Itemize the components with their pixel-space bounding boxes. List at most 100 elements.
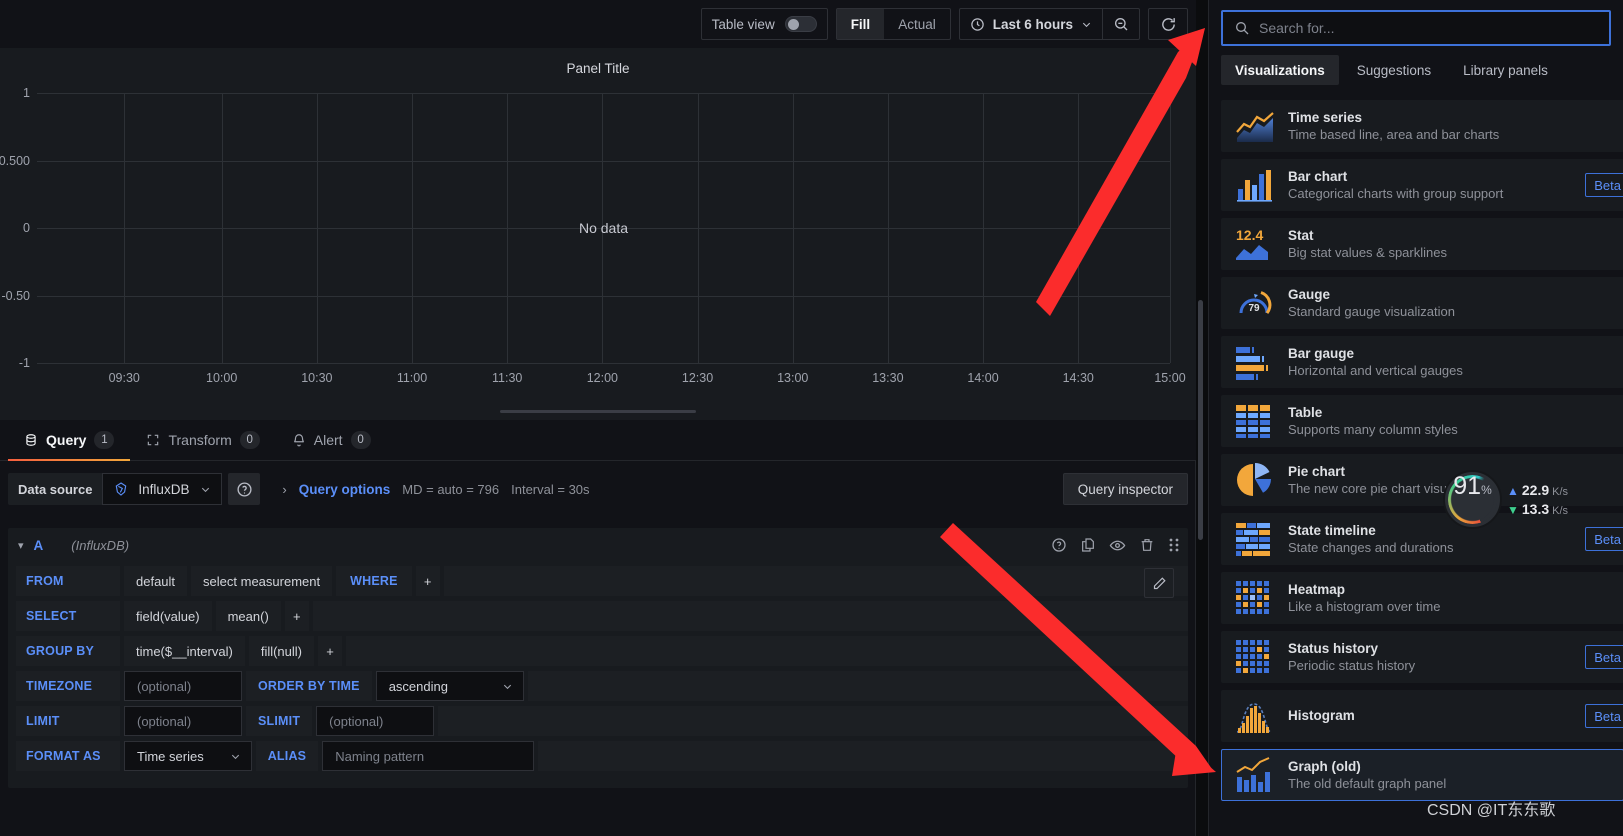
from-measurement[interactable]: select measurement (191, 566, 333, 596)
viz-item-histogram[interactable]: Histogram Beta (1221, 690, 1623, 742)
from-policy[interactable]: default (124, 566, 188, 596)
table-icon (1235, 403, 1275, 439)
trash-icon[interactable] (1139, 537, 1155, 553)
viz-item-name: Stat (1288, 228, 1314, 243)
collapse-chevron-icon[interactable]: ▾ (18, 539, 24, 552)
tab-query[interactable]: Query 1 (8, 420, 131, 461)
viz-item-status-history[interactable]: Status history Periodic status history B… (1221, 631, 1623, 683)
time-range-picker[interactable]: Last 6 hours (958, 8, 1140, 40)
network-speed-widget[interactable]: 91 % ▲ 22.9 K/s ▼ 13.3 K/s (1443, 470, 1568, 529)
download-speed: ▼ 13.3 K/s (1507, 501, 1568, 517)
max-data-points-info: MD = auto = 796 (402, 481, 500, 497)
tab-visualizations[interactable]: Visualizations (1221, 55, 1339, 85)
formatas-select[interactable]: Time series (124, 741, 252, 771)
refresh-icon (1160, 16, 1177, 33)
query-ref-id[interactable]: A (34, 538, 44, 553)
duplicate-icon[interactable] (1080, 537, 1096, 553)
where-add-button[interactable]: + (415, 566, 440, 596)
x-axis-tick: 11:00 (396, 371, 428, 385)
transform-icon (146, 433, 160, 447)
orderby-value: ascending (388, 678, 448, 694)
grafana-panel-editor: Table view Fill Actual Last 6 hours Pane… (0, 0, 1623, 836)
viz-item-bar-chart[interactable]: Bar chart Categorical charts with group … (1221, 159, 1623, 211)
toggle-text-edit-mode-button[interactable] (1144, 568, 1174, 598)
viz-item-text: Stat Big stat values & sparklines (1288, 228, 1447, 260)
table-view-toggle[interactable]: Table view (700, 8, 828, 40)
viz-item-gauge[interactable]: 79 Gauge Standard gauge visualization (1221, 277, 1623, 329)
gridline-v (792, 93, 794, 363)
drag-handle-icon[interactable] (1168, 537, 1180, 553)
upload-value: 22.9 (1521, 482, 1550, 498)
fill-button[interactable]: Fill (836, 9, 885, 39)
search-icon (1234, 20, 1250, 36)
gridline-v (1078, 93, 1080, 363)
tab-alert[interactable]: Alert 0 (276, 420, 387, 460)
groupby-fill[interactable]: fill(null) (248, 636, 314, 666)
gridline-v (507, 93, 509, 363)
panel-title: Panel Title (566, 61, 630, 76)
select-field[interactable]: field(value) (124, 601, 212, 631)
gridline-v (887, 93, 889, 363)
datasource-row: Data source InfluxDB › Query options MD … (0, 461, 1196, 517)
x-axis-tick: 11:30 (492, 371, 523, 385)
query-inspector-button[interactable]: Query inspector (1062, 473, 1188, 505)
fill-actual-radio-group[interactable]: Fill Actual (835, 8, 951, 40)
heatmap-icon (1235, 580, 1275, 616)
datasource-help-button[interactable] (228, 473, 261, 505)
query-row-header: ▾ A (InfluxDB) (8, 528, 1188, 562)
query-options-toggle[interactable]: › Query options MD = auto = 796 Interval… (282, 482, 589, 497)
zoom-out-button[interactable] (1103, 9, 1139, 39)
table-view-switch[interactable] (784, 16, 817, 32)
y-axis-tick: 0 (23, 221, 30, 235)
gridline-v (221, 93, 223, 363)
where-key: WHERE (336, 566, 412, 596)
timezone-input[interactable]: (optional) (124, 671, 242, 701)
groupby-add-button[interactable]: + (318, 636, 342, 666)
actual-button[interactable]: Actual (884, 9, 950, 39)
limit-input[interactable]: (optional) (124, 706, 242, 736)
datasource-picker[interactable]: InfluxDB (102, 473, 223, 505)
tab-suggestions[interactable]: Suggestions (1343, 55, 1445, 85)
network-speeds: ▲ 22.9 K/s ▼ 13.3 K/s (1507, 482, 1568, 517)
time-range-button[interactable]: Last 6 hours (960, 9, 1103, 39)
tab-transform[interactable]: Transform 0 (130, 420, 275, 460)
select-function[interactable]: mean() (215, 601, 281, 631)
viz-item-text: Graph (old) The old default graph panel (1288, 759, 1446, 791)
graph-old-icon (1235, 757, 1275, 793)
upload-unit: K/s (1552, 486, 1569, 498)
viz-item-graph-old[interactable]: Graph (old) The old default graph panel (1221, 749, 1623, 801)
editor-tab-strip: Query 1 Transform 0 Alert 0 (0, 420, 1196, 461)
viz-item-name: Heatmap (1288, 582, 1346, 597)
viz-item-table[interactable]: Table Supports many column styles (1221, 395, 1623, 447)
viz-item-name: Time series (1288, 110, 1363, 125)
groupby-time[interactable]: time($__interval) (124, 636, 245, 666)
slimit-input[interactable]: (optional) (316, 706, 435, 736)
tab-query-count: 1 (94, 431, 115, 449)
help-circle-icon[interactable] (1051, 537, 1067, 553)
viz-item-bar-gauge[interactable]: Bar gauge Horizontal and vertical gauges (1221, 336, 1623, 388)
y-axis-tick: 1 (23, 86, 30, 100)
tab-library-panels[interactable]: Library panels (1449, 55, 1562, 85)
orderby-select[interactable]: ascending (375, 671, 524, 701)
tab-alert-count: 0 (350, 431, 371, 449)
refresh-button[interactable] (1148, 8, 1188, 40)
gridline-v (1170, 93, 1171, 363)
chart-plot-area[interactable]: 1 0.500 0 -0.50 -1 09:30 10:00 10:30 11:… (0, 86, 1186, 385)
viz-pane-tabs: Visualizations Suggestions Library panel… (1209, 46, 1623, 85)
timezone-key: TIMEZONE (16, 671, 120, 701)
download-value: 13.3 (1521, 501, 1550, 517)
viz-item-text: State timeline State changes and duratio… (1288, 523, 1454, 555)
viz-item-desc: The old default graph panel (1288, 776, 1447, 791)
viz-item-heatmap[interactable]: Heatmap Like a histogram over time (1221, 572, 1623, 624)
editor-scrollbar[interactable] (1198, 300, 1203, 540)
visualization-list[interactable]: Time series Time based line, area and ba… (1221, 100, 1623, 830)
eye-icon[interactable] (1109, 537, 1126, 554)
select-add-button[interactable]: + (284, 601, 309, 631)
panel-resize-handle[interactable] (500, 410, 696, 413)
viz-item-stat[interactable]: 12.4 Stat Big stat values & sparklines (1221, 218, 1623, 270)
viz-item-name: State timeline (1288, 523, 1376, 538)
usage-percent-value: 91 (1453, 472, 1482, 500)
alias-input[interactable]: Naming pattern (322, 741, 535, 771)
search-input[interactable]: Search for... (1221, 10, 1611, 46)
viz-item-time-series[interactable]: Time series Time based line, area and ba… (1221, 100, 1623, 152)
